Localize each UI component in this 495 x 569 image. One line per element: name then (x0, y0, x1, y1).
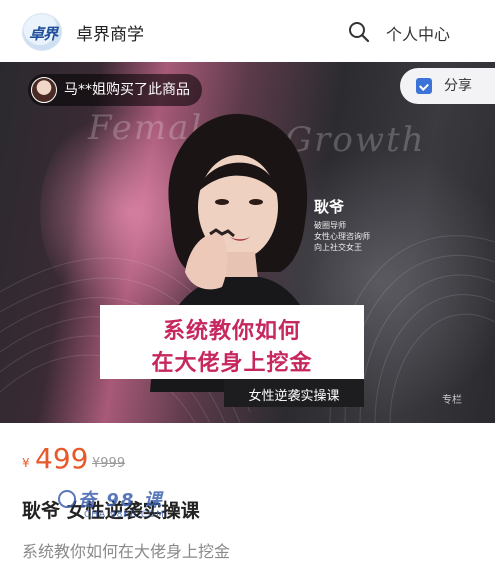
teacher-title-3: 向上社交女王 (314, 243, 362, 252)
top-header: 卓界 卓界商学 个人中心 (0, 0, 495, 62)
original-price: ¥999 (92, 456, 126, 471)
share-label: 分享 (444, 78, 472, 94)
column-tag: 专栏 (442, 395, 462, 406)
brand-name[interactable]: 卓界商学 (76, 20, 144, 45)
banner-title-line-1: 系统教你如何 (162, 319, 301, 344)
share-icon (416, 78, 432, 94)
current-price: 499 (35, 442, 89, 475)
buyer-avatar (31, 77, 57, 103)
buyer-notice: 马**姐购买了此商品 (28, 74, 202, 106)
user-center-link[interactable]: 个人中心 (386, 21, 450, 45)
course-description: 系统教你如何在大佬身上挖金 (22, 542, 231, 561)
watermark: 奋 98 课 CHA.98KE.COM (58, 486, 188, 526)
banner-title-card: 系统教你如何 在大佬身上挖金 (100, 305, 364, 379)
watermark-main: 奋 98 课 (78, 490, 164, 511)
banner-title-line-2: 在大佬身上挖金 (151, 351, 313, 376)
buyer-notice-text: 马**姐购买了此商品 (64, 82, 190, 98)
banner-subtitle-card: 女性逆袭实操课 (224, 379, 364, 407)
product-banner: Female Growth 马**姐购买了此商品 分享 耿爷 破圈导师 女性心理… (0, 62, 495, 423)
share-button[interactable]: 分享 (400, 68, 495, 104)
banner-subtitle: 女性逆袭实操课 (248, 389, 340, 404)
teacher-name: 耿爷 (314, 198, 345, 216)
watermark-logo-icon (58, 490, 76, 508)
logo-text: 卓界 (28, 25, 58, 43)
teacher-title-2: 女性心理咨询师 (314, 232, 370, 241)
search-icon[interactable] (348, 21, 370, 43)
watermark-sub: CHA.98KE.COM (84, 510, 165, 520)
teacher-title-1: 破圈导师 (314, 221, 346, 230)
brand-logo[interactable]: 卓界 (22, 13, 62, 51)
currency-symbol: ¥ (22, 456, 30, 470)
